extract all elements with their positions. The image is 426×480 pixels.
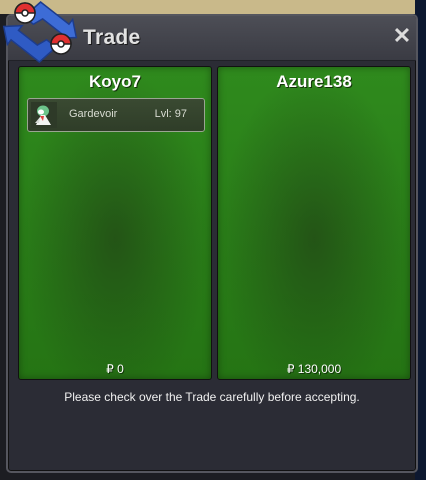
right-player-money: ₽ 130,000: [286, 362, 342, 376]
trade-window: Trade ✕ Koyo7 Gardevoir Lvl: 97 ₽ 0 Azur…: [6, 14, 418, 473]
pokemon-name: Gardevoir: [69, 108, 118, 120]
trade-notice: Please check over the Trade carefully be…: [64, 390, 360, 404]
pokemon-slot[interactable]: Gardevoir Lvl: 97: [27, 98, 205, 132]
gardevoir-sprite-icon: [31, 102, 57, 128]
pokemon-level: Lvl: 97: [154, 108, 187, 120]
left-player-name: Koyo7: [89, 72, 141, 91]
right-player-name: Azure138: [276, 72, 352, 91]
left-player-money: ₽ 0: [106, 362, 124, 376]
right-player-panel: Azure138 ₽ 130,000: [217, 66, 411, 380]
close-icon[interactable]: ✕: [392, 25, 412, 47]
trade-logo-icon: [2, 1, 78, 63]
window-title: Trade: [83, 26, 141, 49]
left-player-panel: Koyo7 Gardevoir Lvl: 97 ₽ 0: [18, 66, 212, 380]
